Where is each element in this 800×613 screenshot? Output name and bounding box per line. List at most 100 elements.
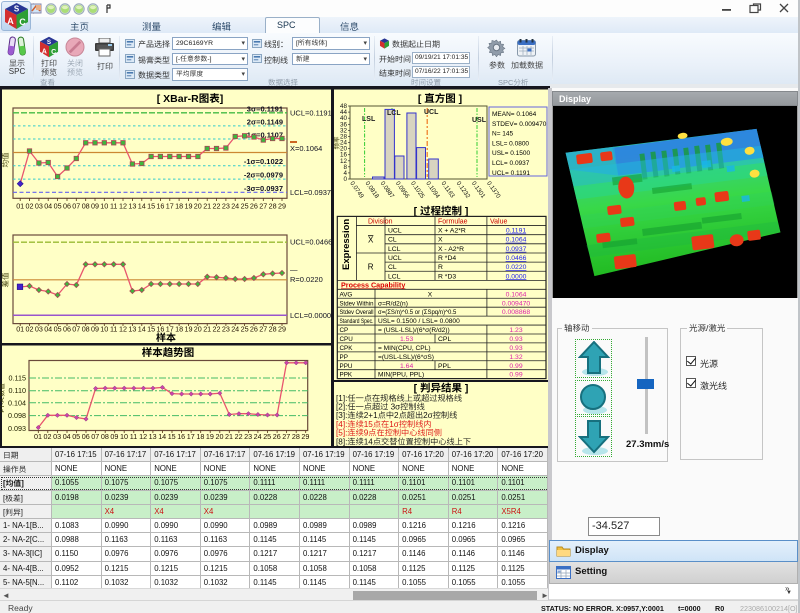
svg-text:10: 10	[100, 202, 108, 211]
svg-text:LSL= 0.0800: LSL= 0.0800	[492, 140, 529, 147]
svg-text:1.32: 1.32	[509, 354, 522, 361]
svg-text:R *D3: R *D3	[438, 273, 456, 280]
svg-text:0.110: 0.110	[9, 386, 26, 395]
svg-text:11: 11	[110, 325, 117, 334]
svg-text:32: 32	[340, 127, 348, 134]
svg-text:Division: Division	[368, 218, 393, 225]
svg-text:06: 06	[82, 432, 90, 441]
svg-text:0.093: 0.093	[8, 424, 26, 433]
svg-text:0.0220: 0.0220	[506, 264, 527, 271]
svg-text:02: 02	[26, 202, 34, 211]
svg-text:28: 28	[269, 325, 277, 334]
svg-text:X: X	[428, 291, 433, 298]
svg-text:-3σ=0.0937: -3σ=0.0937	[244, 184, 283, 193]
svg-text:26: 26	[250, 325, 258, 334]
svg-text:R=0.0220: R=0.0220	[290, 275, 323, 284]
svg-text:20: 20	[340, 146, 348, 153]
svg-text:Process Capability: Process Capability	[341, 280, 405, 289]
svg-text:MIN(PPU, PPL): MIN(PPU, PPL)	[378, 372, 424, 379]
svg-text:24: 24	[340, 140, 348, 147]
svg-text:8: 8	[343, 164, 347, 171]
svg-text:15: 15	[147, 325, 155, 334]
svg-text:PP: PP	[340, 354, 348, 361]
svg-text:17: 17	[187, 432, 195, 441]
svg-text:CL: CL	[388, 264, 397, 271]
svg-text:07: 07	[72, 325, 80, 334]
svg-text:UCL: UCL	[388, 255, 402, 262]
svg-text:LSL: LSL	[362, 116, 376, 123]
svg-text:17: 17	[166, 202, 174, 211]
svg-text:PT-A:数值: PT-A:数值	[0, 383, 6, 413]
svg-text:X: X	[438, 237, 443, 244]
svg-text:13: 13	[128, 325, 136, 334]
svg-text:44: 44	[340, 109, 348, 116]
svg-text:[ 判异结果 ]: [ 判异结果 ]	[414, 383, 469, 395]
svg-text:4: 4	[343, 170, 347, 177]
svg-text:MEAN= 0.1064: MEAN= 0.1064	[492, 111, 537, 118]
svg-text:19: 19	[206, 432, 214, 441]
svg-text:差值: 差值	[1, 272, 10, 287]
svg-text:09: 09	[110, 432, 118, 441]
svg-text:[ XBar-R图表]: [ XBar-R图表]	[157, 93, 224, 105]
svg-text:19: 19	[185, 202, 193, 211]
svg-text:12: 12	[139, 432, 147, 441]
svg-text:15: 15	[168, 432, 176, 441]
svg-text:24: 24	[231, 202, 239, 211]
svg-text:USL: USL	[472, 117, 487, 124]
svg-text:0.1064: 0.1064	[506, 237, 527, 244]
svg-text:A: A	[42, 48, 47, 55]
svg-text:36: 36	[340, 121, 348, 128]
svg-text:[1]:任一点在规格线上或超过规格线: [1]:任一点在规格线上或超过规格线	[336, 394, 462, 403]
svg-text:14: 14	[138, 202, 146, 211]
svg-text:13: 13	[149, 432, 157, 441]
svg-text:N= 145: N= 145	[492, 131, 514, 138]
svg-text:02: 02	[44, 432, 52, 441]
svg-text:[ 过程控制 ]: [ 过程控制 ]	[414, 206, 469, 218]
svg-text:24: 24	[254, 432, 262, 441]
svg-text:UCL=0.0466: UCL=0.0466	[290, 238, 332, 247]
svg-text:LCL=0.0000: LCL=0.0000	[290, 311, 331, 320]
svg-text:样本: 样本	[156, 332, 176, 344]
svg-text:0.115: 0.115	[9, 374, 26, 383]
svg-text:1.64: 1.64	[400, 363, 413, 370]
svg-text:22: 22	[213, 325, 221, 334]
svg-text:28: 28	[292, 432, 300, 441]
svg-text:27: 27	[282, 432, 290, 441]
svg-text:08: 08	[82, 325, 90, 334]
svg-text:1.23: 1.23	[509, 327, 522, 334]
svg-text:26: 26	[273, 432, 281, 441]
svg-text:14: 14	[138, 325, 146, 334]
svg-text:01: 01	[16, 325, 24, 334]
svg-text:LCL=0.0937: LCL=0.0937	[290, 188, 331, 197]
svg-text:40: 40	[340, 115, 348, 122]
svg-text:Expression: Expression	[341, 219, 352, 270]
svg-text:08: 08	[82, 202, 90, 211]
svg-text:27: 27	[259, 202, 267, 211]
svg-text:0.104: 0.104	[8, 398, 26, 407]
svg-text:USL= 0.1500: USL= 0.1500	[492, 150, 531, 157]
svg-text:PPL: PPL	[438, 363, 451, 370]
svg-text:25: 25	[263, 432, 271, 441]
svg-text:-2σ=0.0979: -2σ=0.0979	[244, 171, 283, 180]
svg-text:σ=R/d2(n): σ=R/d2(n)	[378, 300, 408, 307]
svg-text:05: 05	[54, 325, 62, 334]
svg-text:0.93: 0.93	[509, 336, 522, 343]
svg-text:28: 28	[340, 133, 348, 140]
svg-text:PPK: PPK	[340, 372, 353, 379]
svg-text:07: 07	[72, 202, 80, 211]
svg-text:=(USL-LSL)/(6*σS): =(USL-LSL)/(6*σS)	[378, 354, 434, 361]
svg-text:X=0.1064: X=0.1064	[290, 144, 322, 153]
svg-text:Formulae: Formulae	[438, 218, 468, 225]
svg-text:PPU: PPU	[340, 363, 353, 370]
svg-text:2σ=0.1149: 2σ=0.1149	[247, 117, 283, 126]
svg-text:CPU: CPU	[340, 336, 354, 343]
svg-text:USL= 0.1500 / LSL= 0.0800: USL= 0.1500 / LSL= 0.0800	[378, 318, 460, 325]
svg-text:24: 24	[231, 325, 239, 334]
svg-text:CPL: CPL	[438, 336, 451, 343]
svg-text:04: 04	[44, 325, 52, 334]
svg-text:0.99: 0.99	[509, 372, 522, 379]
svg-text:05: 05	[72, 432, 80, 441]
svg-text:X - A2*R: X - A2*R	[438, 246, 464, 253]
svg-text:11: 11	[110, 202, 117, 211]
svg-text:0.009470: 0.009470	[502, 300, 531, 307]
